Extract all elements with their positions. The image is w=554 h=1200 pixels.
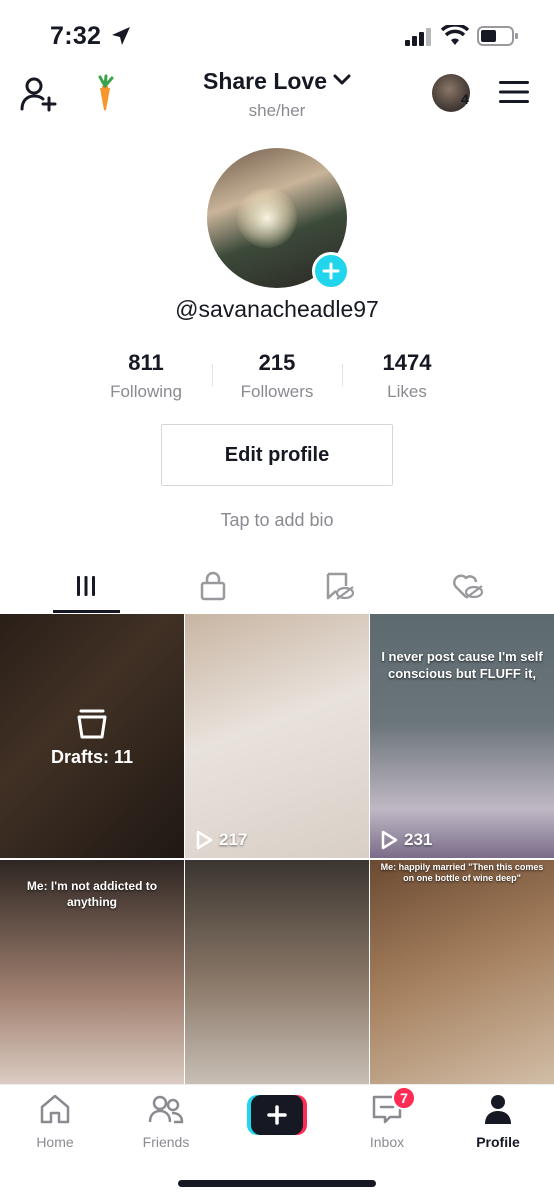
wifi-icon (440, 23, 470, 52)
active-tab-indicator (53, 610, 120, 613)
stat-value: 215 (258, 350, 296, 375)
home-icon (40, 1094, 70, 1124)
status-bar: 7:32 (0, 0, 554, 66)
nav-label: Inbox (369, 1134, 405, 1150)
username: @savanacheadle97 (175, 296, 379, 322)
profile-tabs (0, 560, 554, 614)
video-tile[interactable]: Me: I'm not addicted to anything (0, 860, 184, 1104)
nav-label: Profile (476, 1134, 520, 1150)
account-switcher[interactable]: Share Love she/her (0, 68, 554, 121)
nav-label: Home (36, 1134, 74, 1150)
plus-icon (267, 1105, 287, 1125)
create-button[interactable] (247, 1095, 307, 1135)
edit-profile-button[interactable]: Edit profile (161, 424, 393, 486)
add-bio-prompt[interactable]: Tap to add bio (0, 510, 554, 531)
stat-label: Likes (387, 382, 427, 401)
video-tile[interactable]: Me: happily married "Then this comes on … (370, 860, 554, 1104)
nav-profile[interactable]: Profile (453, 1093, 543, 1150)
tab-saved[interactable] (320, 570, 360, 602)
stat-divider (342, 364, 343, 386)
play-icon (196, 830, 213, 850)
video-grid: Drafts: 11 217 I never post cause I'm se… (0, 614, 554, 1104)
nav-inbox[interactable]: Inbox (342, 1093, 432, 1150)
profile-header: Share Love she/her 4 (0, 66, 554, 136)
lock-icon (200, 571, 226, 601)
view-count-value: 217 (219, 830, 248, 849)
video-caption: Me: I'm not addicted to anything (26, 879, 158, 909)
tab-liked[interactable] (448, 570, 488, 602)
location-arrow-icon (110, 25, 132, 52)
video-tile[interactable] (185, 860, 369, 1104)
video-caption: I never post cause I'm self conscious bu… (381, 649, 543, 681)
heart-hidden-icon (453, 574, 484, 599)
status-time: 7:32 (50, 22, 102, 50)
create-button-core (251, 1095, 303, 1135)
bookmark-hidden-icon (326, 572, 355, 600)
stat-followers[interactable]: 215 Followers (212, 350, 342, 402)
drafts-bin-icon (77, 709, 107, 738)
view-count: 217 (195, 830, 247, 850)
view-count-value: 231 (404, 830, 433, 849)
account-name: Share Love (203, 68, 327, 94)
view-count: 231 (380, 830, 432, 850)
inbox-badge: 7 (392, 1086, 416, 1110)
stat-label: Following (110, 382, 182, 401)
videos-grid-icon (77, 576, 95, 596)
story-count: 4 (461, 91, 469, 107)
profile-icon (485, 1095, 511, 1124)
video-tile[interactable]: 217 (185, 614, 369, 858)
cellular-signal-icon (405, 28, 433, 51)
drafts-tile[interactable]: Drafts: 11 (0, 614, 184, 858)
chevron-down-icon (333, 73, 351, 91)
avatar-photo (237, 188, 297, 248)
video-tile[interactable]: I never post cause I'm self conscious bu… (370, 614, 554, 858)
add-avatar-button[interactable] (312, 252, 350, 290)
play-icon (381, 830, 398, 850)
nav-label: Friends (142, 1134, 190, 1150)
nav-home[interactable]: Home (10, 1093, 100, 1150)
home-indicator (178, 1180, 376, 1187)
stat-label: Followers (240, 382, 314, 401)
tab-private[interactable] (193, 570, 233, 602)
video-caption: Me: happily married "Then this comes on … (380, 862, 544, 883)
hamburger-menu-icon[interactable] (499, 80, 529, 109)
stat-likes[interactable]: 1474 Likes (342, 350, 472, 402)
drafts-overlay: Drafts: 11 (0, 614, 184, 858)
nav-friends[interactable]: Friends (121, 1093, 211, 1150)
stat-divider (212, 364, 213, 386)
stat-value: 1474 (382, 350, 432, 375)
profile-stats: 811 Following 215 Followers 1474 Likes (0, 350, 554, 410)
battery-icon (477, 25, 519, 52)
stat-value: 811 (128, 350, 164, 375)
tab-videos[interactable] (66, 570, 106, 602)
drafts-count: Drafts: 11 (50, 746, 134, 767)
stat-following[interactable]: 811 Following (81, 350, 211, 402)
pronouns: she/her (248, 101, 306, 120)
plus-icon (322, 262, 340, 280)
friends-icon (148, 1095, 184, 1124)
